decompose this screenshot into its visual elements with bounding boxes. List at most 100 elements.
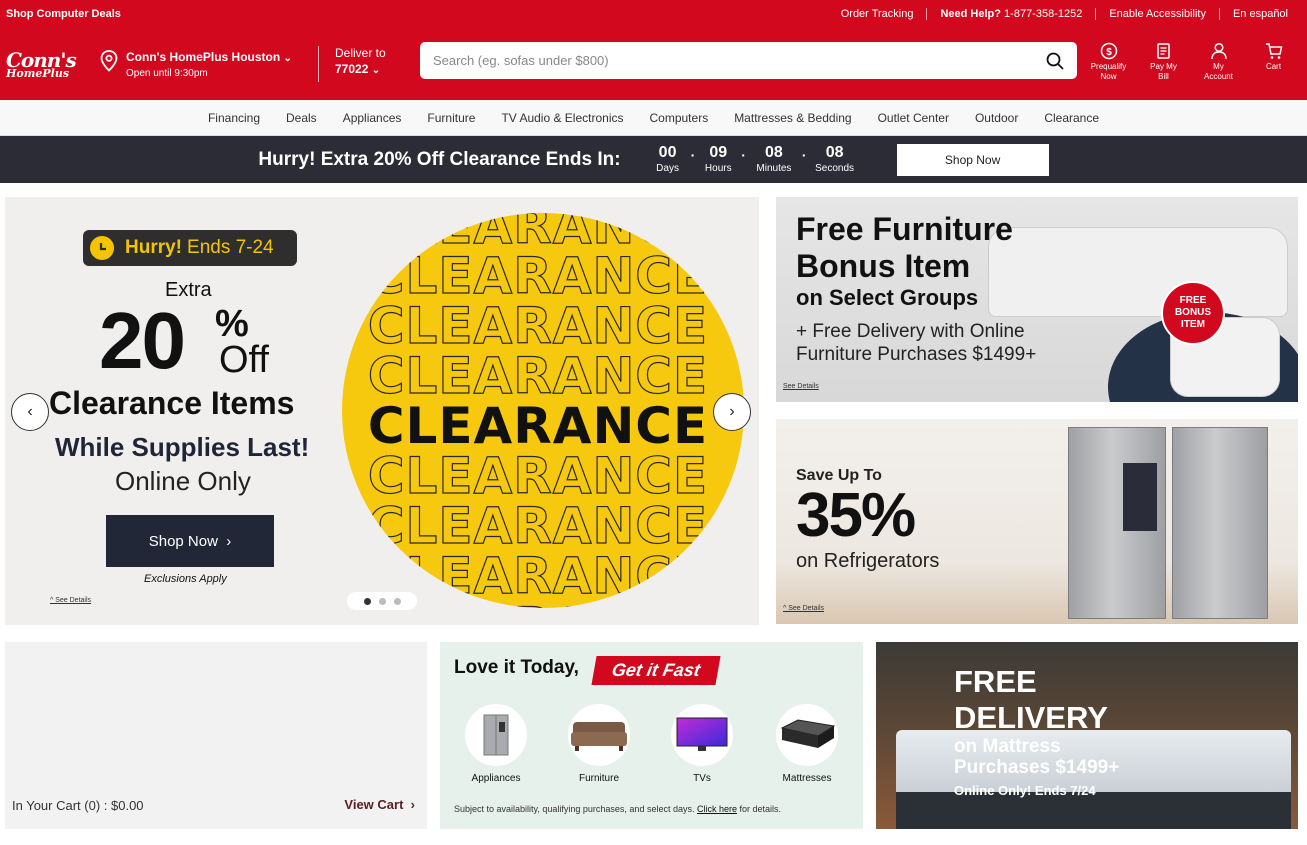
- cart-label: Cart: [1265, 62, 1282, 71]
- countdown-value: 08: [825, 144, 844, 161]
- hurry-badge-rest: Ends 7-24: [187, 237, 274, 258]
- cart-button[interactable]: Cart: [1246, 42, 1301, 82]
- hurry-badge-bold: Hurry!: [125, 237, 183, 258]
- carousel-prev-button[interactable]: ‹: [11, 393, 49, 431]
- countdown-value: 08: [765, 144, 783, 161]
- account-icon: [1210, 42, 1227, 60]
- nav-item-mattresses-bedding[interactable]: Mattresses & Bedding: [721, 111, 864, 125]
- nav-item-appliances[interactable]: Appliances: [330, 111, 415, 125]
- mattress-line2: DELIVERY: [954, 700, 1108, 735]
- furniture-bonus-banner[interactable]: Free Furniture Bonus Item on Select Group…: [776, 197, 1298, 402]
- hero-percent-number: 20: [99, 296, 186, 385]
- pay-bill-button[interactable]: Pay My Bill: [1136, 42, 1191, 82]
- carousel-dot[interactable]: [363, 597, 371, 605]
- refrigerator-banner[interactable]: Save Up To 35% on Refrigerators ^ See De…: [776, 419, 1298, 624]
- mattress-line5: Online Only! Ends 7/24: [954, 783, 1096, 798]
- category-label: Appliances: [471, 773, 521, 784]
- nav-item-clearance[interactable]: Clearance: [1031, 111, 1112, 125]
- furniture-line4: + Free Delivery with Online: [796, 321, 1025, 342]
- promo-shop-now-button[interactable]: Shop Now: [896, 143, 1049, 176]
- pay-bill-icon: [1156, 43, 1170, 59]
- chevron-right-icon: ›: [226, 532, 232, 550]
- countdown-value: 00: [658, 144, 677, 161]
- category-tvs[interactable]: TVs: [662, 704, 742, 784]
- nav-item-deals[interactable]: Deals: [273, 111, 330, 125]
- category-furniture[interactable]: Furniture: [559, 704, 639, 784]
- clearance-word: CLEARANCE: [367, 447, 709, 505]
- prequalify-button[interactable]: $ Prequalify Now: [1081, 42, 1136, 82]
- need-help-link[interactable]: Need Help? 1-877-358-1252: [926, 8, 1095, 20]
- pay-bill-label2: Bill: [1158, 72, 1169, 81]
- countdown-label: Hours: [704, 163, 732, 174]
- hero-carousel[interactable]: Hurry! Ends 7-24 Extra 20 % Off Clearance…: [5, 197, 759, 625]
- search-input[interactable]: [433, 53, 1046, 68]
- store-selector[interactable]: Conn's HomePlus Houston ⌄ Open until 9:3…: [100, 50, 310, 79]
- badge-line3: ITEM: [1181, 319, 1205, 330]
- promo-message: Hurry! Extra 20% Off Clearance Ends In:: [258, 148, 621, 170]
- chevron-right-icon: ›: [410, 797, 415, 812]
- category-appliances[interactable]: Appliances: [456, 704, 536, 784]
- badge-line2: BONUS: [1174, 307, 1212, 318]
- shop-computer-deals-link[interactable]: Shop Computer Deals: [6, 8, 121, 20]
- exclusions-apply: Exclusions Apply: [144, 573, 227, 585]
- carousel-next-button[interactable]: ›: [713, 393, 751, 431]
- nav-item-tv-audio-electronics[interactable]: TV Audio & Electronics: [488, 111, 636, 125]
- nav-item-financing[interactable]: Financing: [195, 111, 273, 125]
- fridge-percent: 35%: [796, 481, 916, 550]
- countdown-days: 00 Days: [651, 144, 685, 175]
- mattress-sub: on Mattress Purchases $1499+: [954, 736, 1119, 778]
- cart-icon: [1265, 43, 1282, 59]
- language-link[interactable]: En español: [1218, 8, 1301, 20]
- hero-shop-now-button[interactable]: Shop Now ›: [106, 515, 274, 567]
- prequalify-icon: $: [1100, 42, 1117, 60]
- nav-item-computers[interactable]: Computers: [637, 111, 722, 125]
- category-label: TVs: [693, 773, 711, 784]
- carousel-dot[interactable]: [378, 597, 386, 605]
- love-it-today-box: Love it Today, Get it Fast Appliances Fu…: [440, 642, 863, 829]
- fridge-line3: on Refrigerators: [796, 550, 940, 572]
- badge-line1: FREE: [1179, 295, 1207, 306]
- order-tracking-link[interactable]: Order Tracking: [828, 8, 927, 20]
- hero-see-details-link[interactable]: ^ See Details: [50, 597, 91, 604]
- phone-number: 1-877-358-1252: [1004, 8, 1083, 20]
- furniture-see-details-link[interactable]: See Details: [783, 383, 819, 390]
- category-mattresses[interactable]: Mattresses: [767, 704, 847, 784]
- prequalify-label1: Prequalify: [1090, 62, 1127, 71]
- nav-item-outdoor[interactable]: Outdoor: [962, 111, 1031, 125]
- mattress-delivery-banner[interactable]: FREE DELIVERY on Mattress Purchases $1499+…: [876, 642, 1298, 829]
- love-title: Love it Today,: [454, 657, 579, 678]
- nav-item-outlet-center[interactable]: Outlet Center: [865, 111, 962, 125]
- clearance-word: CLEARANCE: [367, 247, 709, 305]
- prequalify-label2: Now: [1100, 72, 1117, 81]
- furniture-delivery-text: + Free Delivery with Online Furniture Pur…: [796, 320, 1036, 366]
- fridge-see-details-link[interactable]: ^ See Details: [783, 605, 824, 612]
- fridge-screen: [1123, 463, 1157, 531]
- deliver-to-selector[interactable]: Deliver to 77022 ⌄: [318, 46, 418, 82]
- tv-icon: [671, 704, 733, 766]
- hero-off: Off: [219, 339, 269, 381]
- search-icon[interactable]: [1046, 52, 1064, 70]
- availability-text: Subject to availability, qualifying purc…: [454, 804, 695, 814]
- furniture-line5: Furniture Purchases $1499+: [796, 344, 1037, 365]
- account-button[interactable]: My Account: [1191, 42, 1246, 82]
- mattress-icon: [776, 704, 838, 766]
- countdown-label: Seconds: [815, 163, 855, 174]
- account-label2: Account: [1204, 72, 1233, 81]
- conns-logo[interactable]: Conn's HomePlus: [6, 50, 77, 79]
- hurry-badge: Hurry! Ends 7-24: [83, 230, 297, 266]
- click-here-link[interactable]: Click here: [697, 804, 737, 814]
- furniture-line1: Free Furniture: [796, 211, 1013, 247]
- furniture-icon: [568, 704, 630, 766]
- pay-bill-label1: Pay My: [1150, 62, 1177, 71]
- countdown-label: Minutes: [756, 163, 792, 174]
- countdown-minutes: 08 Minutes: [752, 144, 796, 175]
- chevron-left-icon: ‹: [27, 403, 33, 420]
- store-name: Conn's HomePlus Houston ⌄: [126, 50, 292, 64]
- view-cart-link[interactable]: View Cart ›: [344, 797, 415, 812]
- carousel-dot[interactable]: [393, 597, 401, 605]
- clearance-word: CLEARANCE: [367, 347, 709, 405]
- nav-item-furniture[interactable]: Furniture: [414, 111, 488, 125]
- cart-summary: In Your Cart (0) : $0.00: [12, 798, 144, 813]
- accessibility-link[interactable]: Enable Accessibility: [1095, 8, 1219, 20]
- svg-text:$: $: [1106, 47, 1112, 58]
